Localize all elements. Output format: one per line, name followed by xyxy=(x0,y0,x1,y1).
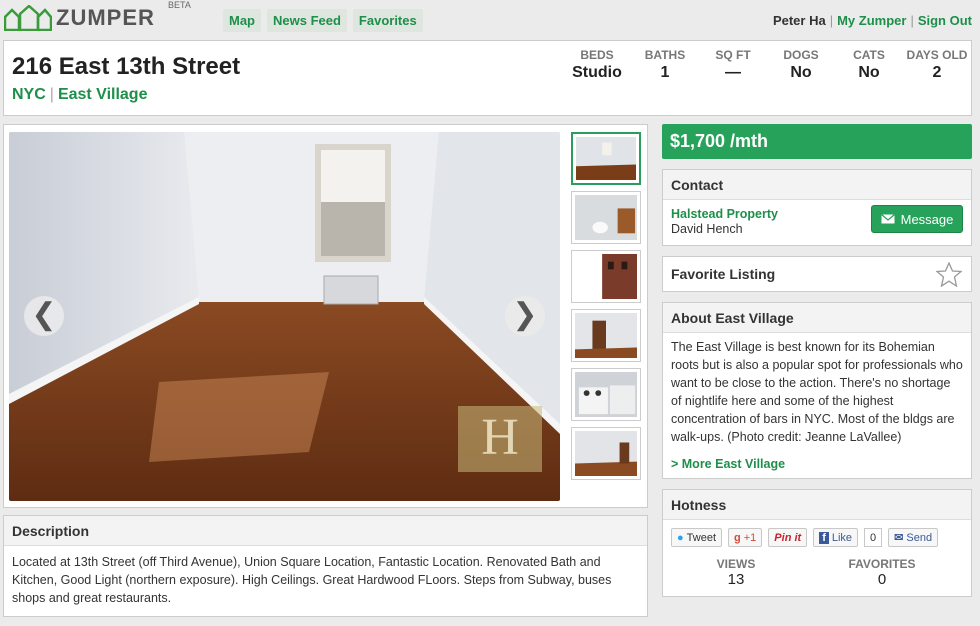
main-nav: Map News Feed Favorites xyxy=(223,9,423,32)
top-bar: ZUMPER BETA Map News Feed Favorites Pete… xyxy=(0,0,980,40)
about-text: The East Village is best known for its B… xyxy=(671,340,963,444)
favorite-label: Favorite Listing xyxy=(671,266,776,282)
like-label: Like xyxy=(831,531,853,544)
neighborhood-link[interactable]: East Village xyxy=(58,86,148,103)
favorite-title: Favorite Listing xyxy=(663,257,971,293)
photo-gallery: H ❮ ❯ xyxy=(3,124,648,508)
beta-badge: BETA xyxy=(168,0,191,10)
stat-value: Studio xyxy=(572,64,622,81)
svg-text:H: H xyxy=(481,409,519,466)
facebook-icon: f xyxy=(819,531,829,544)
favorites-stat: FAVORITES 0 xyxy=(809,557,955,588)
send-icon: ✉ xyxy=(894,532,904,544)
views-value: 13 xyxy=(727,571,745,588)
chevron-left-icon: ❮ xyxy=(31,298,57,331)
user-bar: Peter Ha | My Zumper | Sign Out xyxy=(773,13,972,28)
sign-out-link[interactable]: Sign Out xyxy=(918,13,972,28)
nav-news-feed[interactable]: News Feed xyxy=(267,9,347,32)
pin-it-button[interactable]: Pin it xyxy=(768,528,808,547)
twitter-bird-icon: ● xyxy=(677,531,684,544)
description-title: Description xyxy=(4,516,647,546)
thumbnail[interactable] xyxy=(571,250,641,303)
favorites-label: FAVORITES xyxy=(848,557,916,571)
star-icon[interactable] xyxy=(936,262,962,287)
social-buttons: ● Tweet g +1 Pin it f Like 0 ✉ Send xyxy=(663,520,971,547)
main-photo[interactable]: H ❮ ❯ xyxy=(9,132,560,501)
stat-dogs: DOGS No xyxy=(767,48,835,82)
listing-address: 216 East 13th Street xyxy=(12,53,241,80)
nav-map[interactable]: Map xyxy=(223,9,261,32)
thumbnail[interactable] xyxy=(571,427,641,480)
chevron-right-icon: ❯ xyxy=(512,298,538,331)
more-neighborhood-link[interactable]: > More East Village xyxy=(663,451,971,479)
logo-houses-icon xyxy=(4,5,52,31)
hotness-title: Hotness xyxy=(663,490,971,520)
stat-value: 2 xyxy=(932,64,942,81)
views-stat: VIEWS 13 xyxy=(663,557,809,588)
thumbnail[interactable] xyxy=(571,132,641,185)
about-panel: About East Village The East Village is b… xyxy=(662,302,972,479)
user-name: Peter Ha xyxy=(772,13,826,28)
listing-location: NYC | East Village xyxy=(12,86,147,104)
google-plus-button[interactable]: g +1 xyxy=(728,528,763,547)
nav-favorites[interactable]: Favorites xyxy=(352,9,423,32)
like-count: 0 xyxy=(864,528,883,547)
prev-photo-button[interactable]: ❮ xyxy=(24,296,64,336)
google-icon: g xyxy=(734,531,741,544)
thumbnail[interactable] xyxy=(571,191,641,244)
stat-baths: BATHS 1 xyxy=(631,48,699,82)
logo-text: ZUMPER xyxy=(56,5,155,30)
send-button[interactable]: ✉ Send xyxy=(888,528,939,547)
contact-panel: Contact Halstead Property David Hench Me… xyxy=(662,169,972,246)
message-label: Message xyxy=(900,211,954,227)
envelope-icon xyxy=(880,214,895,224)
about-title: About East Village xyxy=(663,303,971,333)
message-button[interactable]: Message xyxy=(871,205,963,233)
facebook-like-button[interactable]: f Like xyxy=(813,528,859,547)
stat-sqft: SQ FT — xyxy=(699,48,767,82)
price-banner: $1,700 /mth xyxy=(662,124,972,159)
thumbnail[interactable] xyxy=(571,309,641,362)
stat-days-old: DAYS OLD 2 xyxy=(903,48,971,82)
stat-value: — xyxy=(725,64,741,81)
send-label: Send xyxy=(906,531,933,544)
views-label: VIEWS xyxy=(716,557,756,571)
hotness-stats: VIEWS 13 FAVORITES 0 xyxy=(663,547,971,588)
description-box: Description Located at 13th Street (off … xyxy=(3,515,648,617)
listing-header: 216 East 13th Street NYC | East Village BE… xyxy=(3,40,972,116)
stat-label: DAYS OLD xyxy=(906,48,968,62)
room-photo-image: H xyxy=(9,132,560,501)
stat-value: No xyxy=(790,64,812,81)
location-separator: | xyxy=(49,86,54,103)
stat-cats: CATS No xyxy=(835,48,903,82)
contact-title: Contact xyxy=(663,170,971,200)
zumper-logo[interactable]: ZUMPER xyxy=(4,5,155,31)
stat-label: SQ FT xyxy=(715,48,751,62)
listing-stats: BEDS Studio BATHS 1 SQ FT — DOGS No CATS No D… xyxy=(563,48,971,82)
stat-value: 1 xyxy=(660,64,670,81)
favorite-panel: Favorite Listing xyxy=(662,256,972,292)
stat-label: DOGS xyxy=(783,48,819,62)
hotness-panel: Hotness ● Tweet g +1 Pin it f Like 0 ✉ Send … xyxy=(662,489,972,597)
gplus-label: +1 xyxy=(743,531,757,544)
stat-value: No xyxy=(858,64,880,81)
description-text: Located at 13th Street (off Third Avenue… xyxy=(12,555,612,605)
next-photo-button[interactable]: ❯ xyxy=(505,296,545,336)
thumbnail-strip xyxy=(571,132,641,486)
stat-beds: BEDS Studio xyxy=(563,48,631,82)
stat-label: BEDS xyxy=(580,48,614,62)
city-link[interactable]: NYC xyxy=(12,86,46,103)
favorites-value: 0 xyxy=(877,571,887,588)
my-zumper-link[interactable]: My Zumper xyxy=(837,13,906,28)
pinit-label: Pin it xyxy=(774,531,802,544)
thumbnail[interactable] xyxy=(571,368,641,421)
tweet-button[interactable]: ● Tweet xyxy=(671,528,723,547)
stat-label: CATS xyxy=(853,48,885,62)
separator: | xyxy=(910,13,914,28)
tweet-label: Tweet xyxy=(686,531,717,544)
stat-label: BATHS xyxy=(644,48,686,62)
separator: | xyxy=(829,13,834,28)
